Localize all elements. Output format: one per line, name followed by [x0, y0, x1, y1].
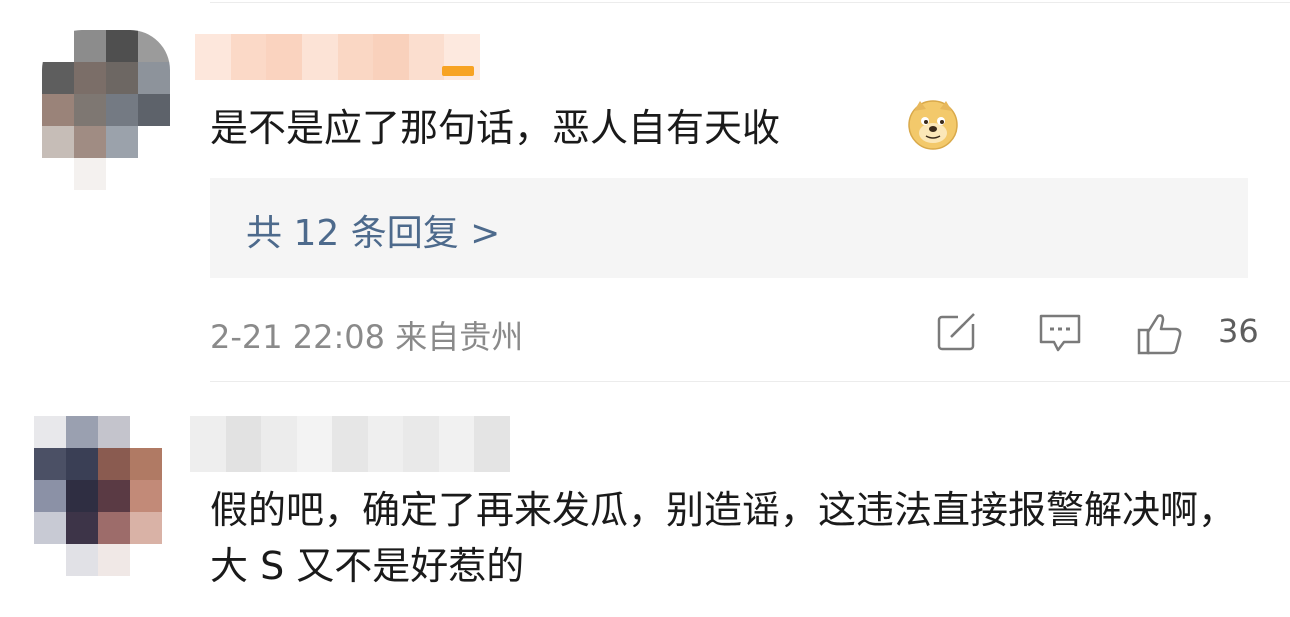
mosaic-pixel: [66, 448, 98, 480]
comment-divider: [210, 381, 1290, 382]
doge-emoji-icon: [906, 97, 960, 151]
mosaic-pixel: [138, 62, 170, 94]
mosaic-pixel: [337, 34, 374, 80]
share-icon[interactable]: [936, 312, 980, 356]
avatar[interactable]: [42, 30, 170, 190]
mosaic-pixel: [98, 448, 130, 480]
mosaic-pixel: [130, 544, 162, 576]
mosaic-pixel: [98, 544, 130, 576]
mosaic-pixel: [106, 62, 138, 94]
like-count: 36: [1218, 312, 1259, 350]
mosaic-pixel: [74, 62, 106, 94]
mosaic-pixel: [474, 416, 510, 472]
mosaic-pixel: [106, 30, 138, 62]
mosaic-pixel: [138, 158, 170, 190]
mosaic-pixel: [138, 126, 170, 158]
mosaic-pixel: [66, 416, 98, 448]
mosaic-pixel: [138, 94, 170, 126]
mosaic-pixel: [225, 416, 262, 472]
mosaic-pixel: [138, 30, 170, 62]
comment-timestamp: 2-21 22:08 来自贵州: [210, 318, 524, 356]
comment-text: 假的吧，确定了再来发瓜，别造谣，这违法直接报警解决啊，大 S 又不是好惹的: [210, 488, 1237, 588]
mosaic-pixel: [34, 544, 66, 576]
mosaic-pixel: [34, 512, 66, 544]
mosaic-pixel: [42, 158, 74, 190]
mosaic-pixel: [403, 416, 439, 472]
mosaic-pixel: [98, 480, 130, 512]
mosaic-pixel: [230, 34, 267, 80]
mosaic-pixel: [190, 416, 226, 472]
like-icon[interactable]: [1136, 312, 1184, 360]
mosaic-pixel: [332, 416, 368, 472]
mosaic-pixel: [66, 480, 98, 512]
view-replies-link[interactable]: 共 12 条回复 >: [246, 204, 500, 256]
mosaic-pixel: [266, 34, 302, 80]
comment-text: 是不是应了那句话，恶人自有天收: [210, 106, 781, 150]
mosaic-pixel: [130, 512, 162, 544]
reply-box[interactable]: 共 12 条回复 >: [210, 178, 1248, 278]
mosaic-pixel: [74, 126, 106, 158]
username-blurred[interactable]: [190, 416, 510, 472]
username-blurred[interactable]: [195, 34, 480, 80]
mosaic-pixel: [34, 448, 66, 480]
comment-icon[interactable]: [1038, 312, 1082, 358]
mosaic-pixel: [195, 34, 231, 80]
mosaic-pixel: [42, 30, 74, 62]
mosaic-pixel: [34, 416, 66, 448]
top-divider: [210, 2, 1290, 3]
mosaic-pixel: [98, 416, 130, 448]
mosaic-pixel: [301, 34, 338, 80]
mosaic-pixel: [130, 448, 162, 480]
comment-location: 来自贵州: [395, 318, 524, 356]
mosaic-pixel: [106, 158, 138, 190]
mosaic-pixel: [130, 480, 162, 512]
mosaic-pixel: [373, 34, 409, 80]
mosaic-pixel: [42, 126, 74, 158]
mosaic-pixel: [130, 416, 162, 448]
mosaic-pixel: [106, 94, 138, 126]
mosaic-pixel: [296, 416, 333, 472]
mosaic-pixel: [408, 34, 445, 80]
mosaic-pixel: [74, 158, 106, 190]
mosaic-pixel: [438, 416, 475, 472]
mosaic-pixel: [42, 94, 74, 126]
mosaic-pixel: [34, 480, 66, 512]
vip-badge-icon: [442, 66, 474, 76]
mosaic-pixel: [42, 62, 74, 94]
avatar[interactable]: [34, 416, 162, 576]
mosaic-pixel: [74, 30, 106, 62]
mosaic-pixel: [66, 512, 98, 544]
mosaic-pixel: [367, 416, 404, 472]
mosaic-pixel: [74, 94, 106, 126]
mosaic-pixel: [261, 416, 297, 472]
comment-meta-row: 2-21 22:08 来自贵州 36: [210, 308, 1259, 360]
mosaic-pixel: [66, 544, 98, 576]
mosaic-pixel: [98, 512, 130, 544]
mosaic-pixel: [106, 126, 138, 158]
